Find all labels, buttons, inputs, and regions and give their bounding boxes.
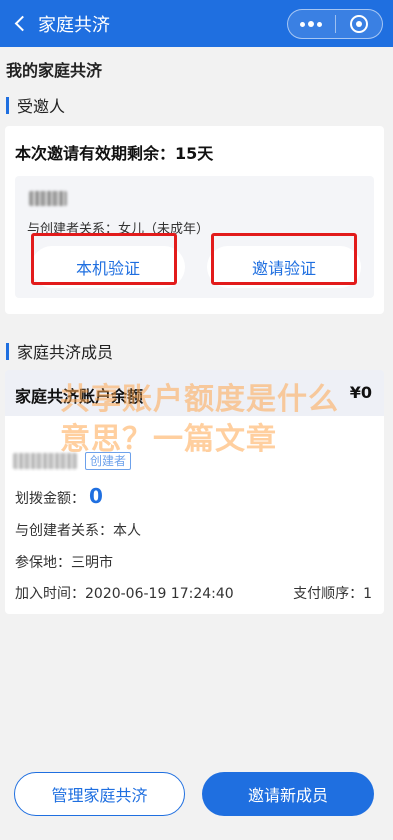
top-navigation-bar: 家庭共济: [0, 0, 393, 47]
target-circle-icon: [349, 15, 368, 33]
members-section-heading: 家庭共济成员: [6, 341, 113, 362]
local-verify-button[interactable]: 本机验证: [31, 246, 185, 288]
invitee-info-box: 与创建者关系：女儿（未成年） 本机验证 邀请验证: [15, 176, 374, 298]
allocate-amount-value: 0: [89, 484, 103, 508]
page-title: 我的家庭共济: [6, 61, 103, 80]
invitee-relation: 与创建者关系：女儿（未成年）: [27, 222, 210, 237]
balance-amount: ¥0: [349, 383, 372, 402]
manage-family-button[interactable]: 管理家庭共济: [14, 772, 185, 816]
invite-verify-button[interactable]: 邀请验证: [207, 246, 361, 288]
member-relation: 与创建者关系：本人: [15, 523, 141, 539]
join-time: 加入时间：2020-06-19 17:24:40: [15, 586, 234, 602]
invite-validity-text: 本次邀请有效期剩余：15天: [15, 144, 214, 163]
mini-program-capsule: [287, 9, 383, 39]
watermark-band: [5, 432, 384, 470]
insured-place: 参保地：三明市: [15, 555, 113, 571]
invitee-card: 本次邀请有效期剩余：15天 与创建者关系：女儿（未成年） 本机验证 邀请验证: [5, 126, 384, 314]
more-button[interactable]: [288, 10, 335, 38]
close-mini-program-button[interactable]: [336, 10, 383, 38]
more-dots-icon: [300, 21, 306, 27]
page-header-title: 家庭共济: [38, 14, 110, 36]
back-button[interactable]: [4, 0, 34, 47]
invitee-name-blurred: [29, 191, 67, 206]
balance-label: 家庭共济账户余额: [15, 387, 144, 406]
allocate-amount-line: 划拨金额： 0: [15, 484, 103, 508]
invitee-section-heading: 受邀人: [6, 95, 65, 116]
chevron-left-icon: [14, 15, 30, 32]
pay-order: 支付顺序：1: [293, 586, 372, 602]
family-account-balance-row: 家庭共济账户余额 ¥0: [5, 370, 384, 416]
invite-new-member-button[interactable]: 邀请新成员: [202, 772, 374, 816]
